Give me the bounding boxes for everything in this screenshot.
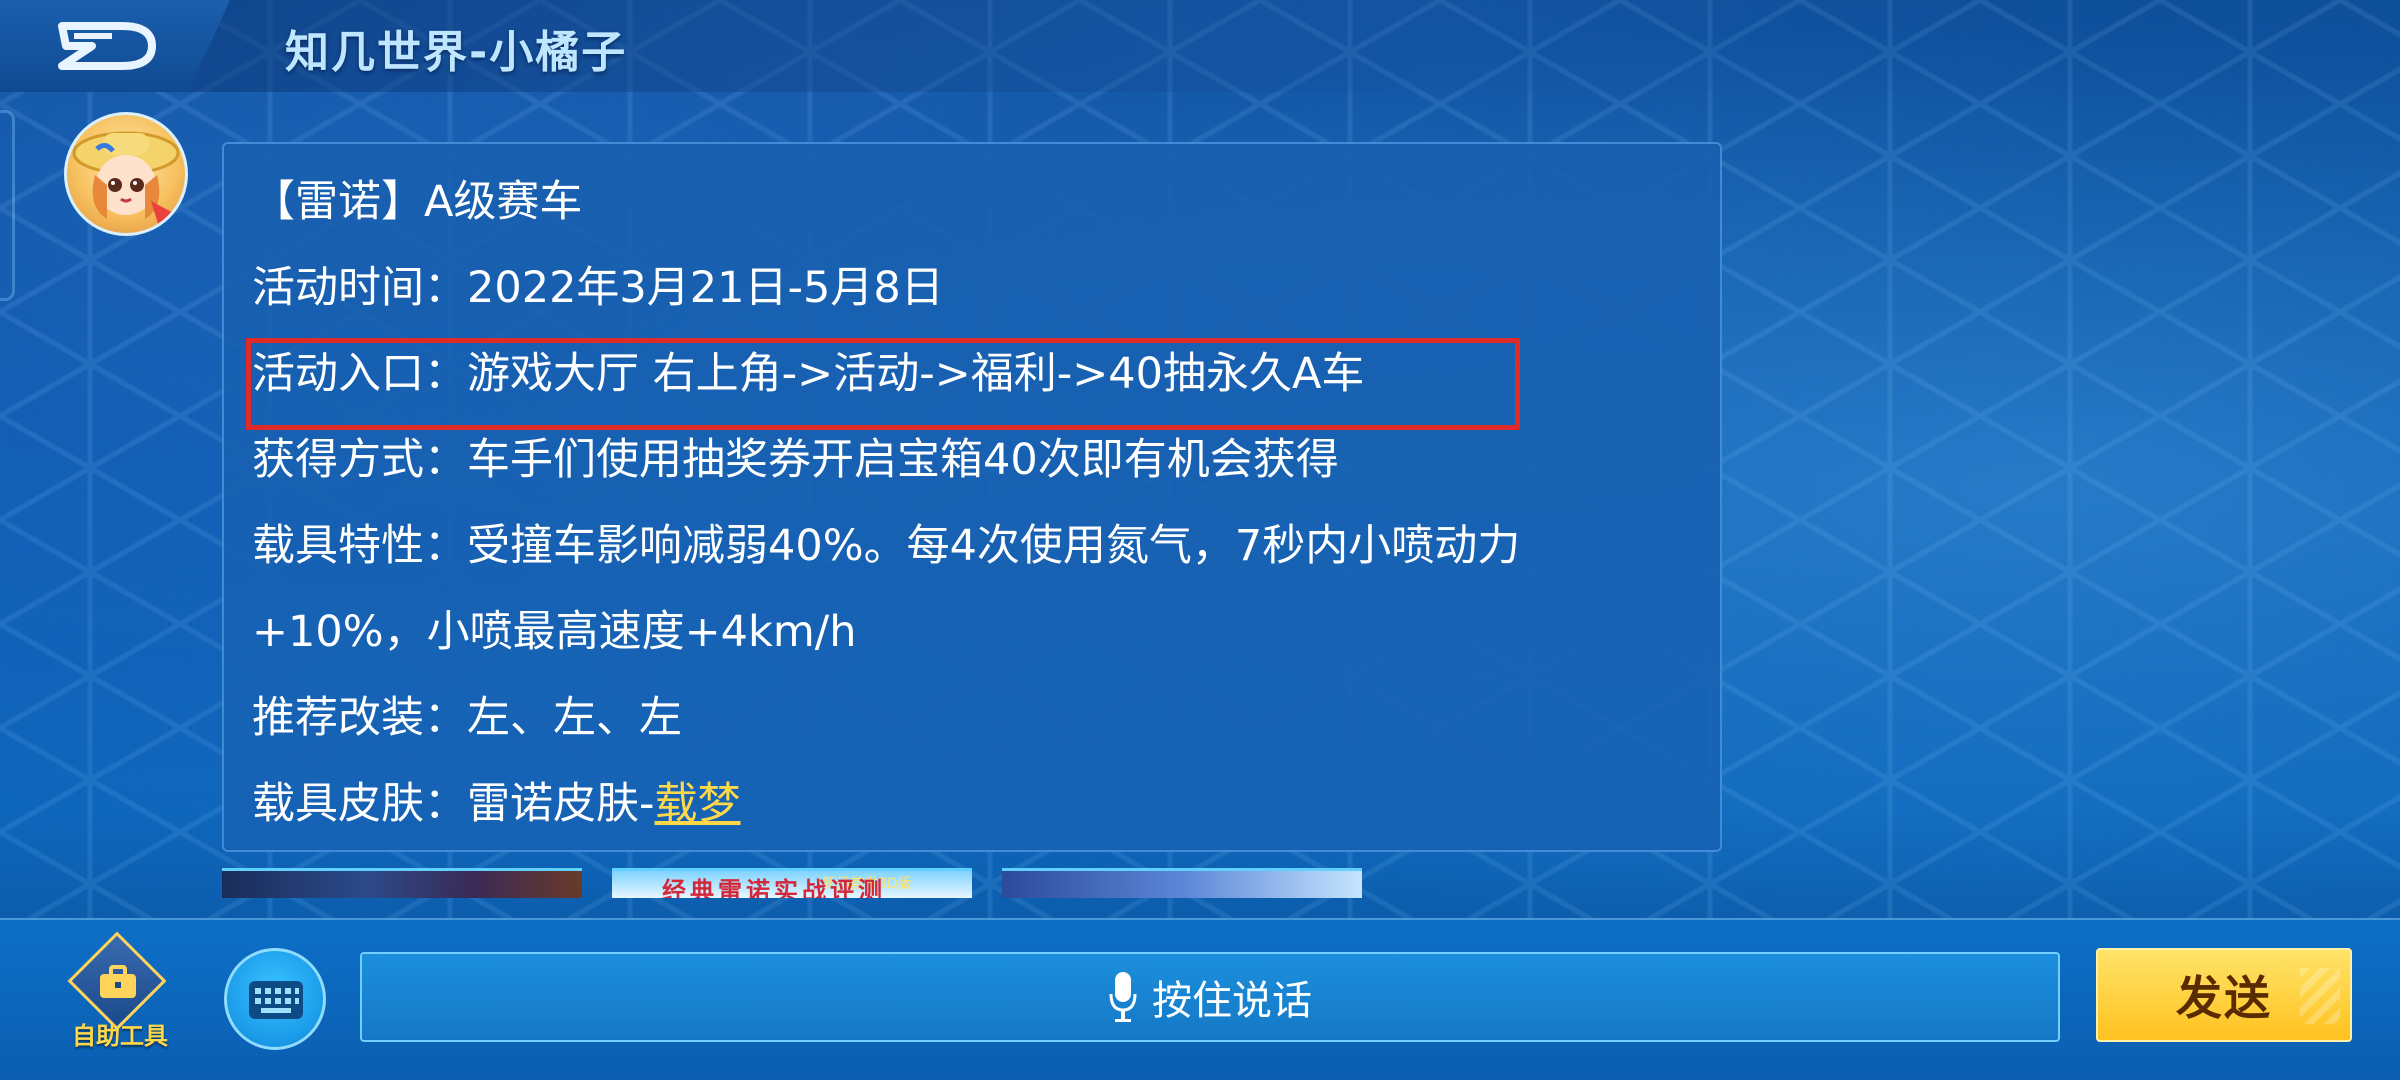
thumbnail-strip: 新品首发3D版 经典雷诺实战评测 bbox=[222, 868, 1362, 898]
tool-label: 自助工具 bbox=[72, 1022, 168, 1050]
message-line-feature: 载具特性：受撞车影响减弱40%。每4次使用氮气，7秒内小喷动力 bbox=[252, 521, 1521, 571]
self-help-tool-button[interactable]: 自助工具 bbox=[60, 931, 170, 1052]
keyboard-toggle-button[interactable] bbox=[224, 948, 326, 1050]
message-line-time: 活动时间：2022年3月21日-5月8日 bbox=[252, 263, 944, 313]
skin-link[interactable]: 载梦 bbox=[655, 779, 741, 829]
message-title: 【雷诺】A级赛车 bbox=[252, 177, 583, 227]
chat-title: 知几世界-小橘子 bbox=[285, 27, 628, 78]
message-line-feature-cont: +10%，小喷最高速度+4km/h bbox=[252, 607, 857, 657]
toolbox-icon bbox=[100, 965, 136, 998]
message-line-skin: 载具皮肤：雷诺皮肤-载梦 bbox=[252, 776, 741, 832]
side-drawer-handle[interactable] bbox=[0, 110, 15, 301]
keyboard-icon bbox=[249, 981, 303, 1019]
highlight-box bbox=[246, 338, 1520, 430]
send-label: 发送 bbox=[2176, 971, 2272, 1025]
message-bubble: 【雷诺】A级赛车 活动时间：2022年3月21日-5月8日 活动入口：游戏大厅 … bbox=[222, 142, 1722, 852]
message-line-method: 获得方式：车手们使用抽奖券开启宝箱40次即有机会获得 bbox=[252, 435, 1339, 485]
mic-icon bbox=[1109, 972, 1137, 1022]
message-line-mod: 推荐改装：左、左、左 bbox=[252, 693, 682, 743]
send-decoration bbox=[2300, 968, 2340, 1024]
avatar[interactable] bbox=[64, 112, 188, 236]
thumbnail-2[interactable]: 新品首发3D版 经典雷诺实战评测 bbox=[612, 868, 972, 898]
skin-prefix: 载具皮肤：雷诺皮肤- bbox=[252, 779, 655, 829]
thumbnail-1[interactable] bbox=[222, 868, 582, 898]
send-button[interactable]: 发送 bbox=[2096, 948, 2352, 1042]
hold-to-talk-button[interactable]: 按住说话 bbox=[360, 952, 2060, 1042]
hold-to-talk-label: 按住说话 bbox=[1152, 978, 1312, 1024]
thumbnail-2-title: 经典雷诺实战评测 bbox=[662, 877, 886, 898]
thumbnail-3[interactable] bbox=[1002, 868, 1362, 898]
